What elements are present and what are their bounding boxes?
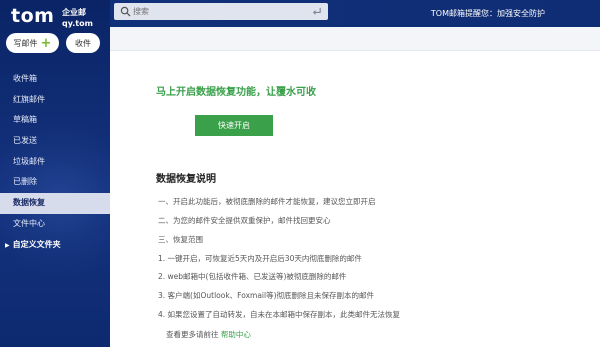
main-content: 马上开启数据恢复功能，让覆水可收 快速开启 数据恢复说明 一、开启此功能后，被彻… [110,51,600,347]
caret-right-icon: ▶ [5,241,10,249]
write-mail-button[interactable]: 写邮件 + [6,33,59,53]
logo-sub-line1: 企业邮 [62,8,86,17]
toolbar [110,27,600,51]
sidebar-item-inbox[interactable]: 收件箱 [0,69,110,90]
section-title: 数据恢复说明 [156,174,216,185]
desc-line-1: 一、开启此功能后，被彻底删除的邮件才能恢复，建议您立即开启 [158,197,376,206]
security-notice[interactable]: TOM邮箱提醒您：加强安全防护 [431,8,545,19]
sidebar-item-data-recovery[interactable]: 数据恢复 [0,193,110,214]
plus-icon: + [40,35,52,51]
receive-mail-label: 收件 [75,38,91,48]
sidebar-item-custom-folders[interactable]: ▶ 自定义文件夹 [0,235,110,256]
enter-icon[interactable] [311,6,322,17]
sidebar-nav: 收件箱 红旗邮件 草稿箱 已发送 垃圾邮件 已删除 数据恢复 文件中心 ▶ 自定义… [0,69,110,255]
write-mail-label: 写邮件 [13,38,38,48]
help-prefix: 查看更多请前往 [166,330,219,339]
sidebar-item-spam[interactable]: 垃圾邮件 [0,152,110,173]
sidebar-item-deleted[interactable]: 已删除 [0,172,110,193]
logo-sub-line2: qy.tom [62,19,93,28]
search-icon [120,6,131,17]
desc-line-5: 2. web邮箱中(包括收件箱、已发送等)被彻底删除的邮件 [158,272,347,281]
sidebar-item-flagged[interactable]: 红旗邮件 [0,90,110,111]
desc-line-3: 三、恢复范围 [158,235,203,244]
recovery-headline: 马上开启数据恢复功能，让覆水可收 [156,87,316,98]
desc-line-6: 3. 客户端(如Outlook、Foxmail等)彻底删除且未保存副本的邮件 [158,291,375,300]
sidebar-item-file-center[interactable]: 文件中心 [0,214,110,235]
quick-enable-button[interactable]: 快速开启 [195,115,273,136]
sidebar-item-drafts[interactable]: 草稿箱 [0,110,110,131]
search-box[interactable] [114,3,328,20]
help-center-link[interactable]: 帮助中心 [221,330,251,339]
receive-mail-button[interactable]: 收件 [66,33,100,53]
logo-text: tom [11,5,55,27]
logo-subtitle: 企业邮 qy.tom [62,7,93,29]
desc-line-7: 4. 如果您设置了自动转发，自未在本邮箱中保存副本，此类邮件无法恢复 [158,310,401,319]
sidebar: tom 企业邮 qy.tom 写邮件 + 收件 收件箱 红旗邮件 草稿箱 已发送… [0,0,110,347]
search-input[interactable] [133,4,303,19]
desc-line-2: 二、为您的邮件安全提供双重保护，邮件找回更安心 [158,216,331,225]
sidebar-item-sent[interactable]: 已发送 [0,131,110,152]
desc-line-4: 1. 一键开启，可恢复近5天内及开启后30天内彻底删除的邮件 [158,254,362,263]
top-bar: TOM邮箱提醒您：加强安全防护 [110,0,600,27]
custom-folders-label: 自定义文件夹 [12,239,61,249]
help-line: 查看更多请前往 帮助中心 [166,329,586,340]
